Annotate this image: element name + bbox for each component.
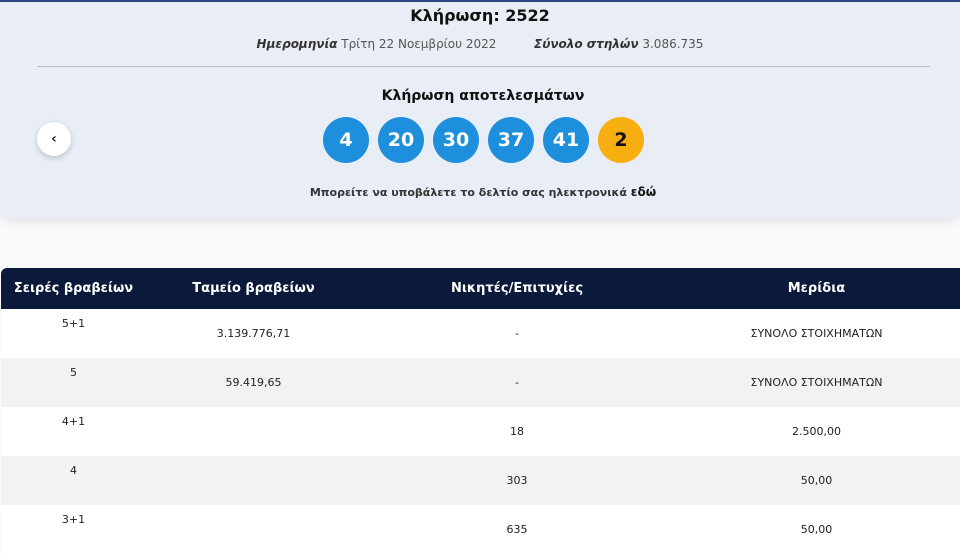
- number-ball: 20: [378, 117, 424, 163]
- chevron-left-icon: ‹: [51, 131, 57, 147]
- share-cell: ΣΥΝΟΛΟ ΣΤΟΙΧΗΜΑΤΩΝ: [673, 309, 960, 358]
- pool-cell: [146, 505, 361, 554]
- winners-cell: -: [361, 309, 673, 358]
- date-label: Ημερομηνία: [256, 37, 338, 51]
- draw-meta: Ημερομηνία Τρίτη 22 Νοεμβρίου 2022 Σύνολ…: [0, 37, 960, 51]
- winners-cell: 303: [361, 456, 673, 505]
- table-header-row: Σειρές βραβείων Ταμείο βραβείων Νικητές/…: [1, 268, 960, 309]
- table-row: 3+1 635 50,00: [1, 505, 960, 554]
- previous-draw-button[interactable]: ‹: [37, 122, 71, 156]
- share-cell: 50,00: [673, 456, 960, 505]
- table-row: 4 303 50,00: [1, 456, 960, 505]
- pool-cell: [146, 407, 361, 456]
- draw-card: Κλήρωση: 2522 Ημερομηνία Τρίτη 22 Νοεμβρ…: [0, 2, 960, 218]
- header-pool: Ταμείο βραβείων: [146, 268, 361, 309]
- joker-ball: 2: [598, 117, 644, 163]
- tier-cell: 5: [1, 358, 146, 407]
- table-row: 5 59.419,65 - ΣΥΝΟΛΟ ΣΤΟΙΧΗΜΑΤΩΝ: [1, 358, 960, 407]
- share-cell: 2.500,00: [673, 407, 960, 456]
- table-row: 4+1 18 2.500,00: [1, 407, 960, 456]
- pool-cell: 3.139.776,71: [146, 309, 361, 358]
- header-winners: Νικητές/Επιτυχίες: [361, 268, 673, 309]
- header-shares: Μερίδια: [673, 268, 960, 309]
- columns-label: Σύνολο στηλών: [534, 37, 639, 51]
- number-ball: 41: [543, 117, 589, 163]
- winners-cell: -: [361, 358, 673, 407]
- number-ball: 4: [323, 117, 369, 163]
- divider: [37, 66, 930, 67]
- results-title: Κλήρωση αποτελεσμάτων: [381, 88, 585, 104]
- date-value: Τρίτη 22 Νοεμβρίου 2022: [341, 37, 497, 51]
- tier-cell: 4: [1, 456, 146, 505]
- winners-cell: 635: [361, 505, 673, 554]
- winners-cell: 18: [361, 407, 673, 456]
- table-row: 5+1 3.139.776,71 - ΣΥΝΟΛΟ ΣΤΟΙΧΗΜΑΤΩΝ: [1, 309, 960, 358]
- number-ball: 37: [488, 117, 534, 163]
- prize-table: Σειρές βραβείων Ταμείο βραβείων Νικητές/…: [1, 268, 960, 554]
- pool-cell: 59.419,65: [146, 358, 361, 407]
- header-tiers: Σειρές βραβείων: [1, 268, 146, 309]
- tier-cell: 4+1: [1, 407, 146, 456]
- share-cell: ΣΥΝΟΛΟ ΣΤΟΙΧΗΜΑΤΩΝ: [673, 358, 960, 407]
- submit-link[interactable]: εδώ: [631, 185, 656, 199]
- draw-title: Κλήρωση: 2522: [410, 6, 550, 25]
- winning-numbers: 4 20 30 37 41 2: [323, 117, 644, 163]
- submit-text: Μπορείτε να υποβάλετε το δελτίο σας ηλεκ…: [309, 186, 627, 199]
- submit-note: Μπορείτε να υποβάλετε το δελτίο σας ηλεκ…: [0, 185, 960, 199]
- pool-cell: [146, 456, 361, 505]
- columns-value: 3.086.735: [642, 37, 704, 51]
- tier-cell: 5+1: [1, 309, 146, 358]
- tier-cell: 3+1: [1, 505, 146, 554]
- number-ball: 30: [433, 117, 479, 163]
- share-cell: 50,00: [673, 505, 960, 554]
